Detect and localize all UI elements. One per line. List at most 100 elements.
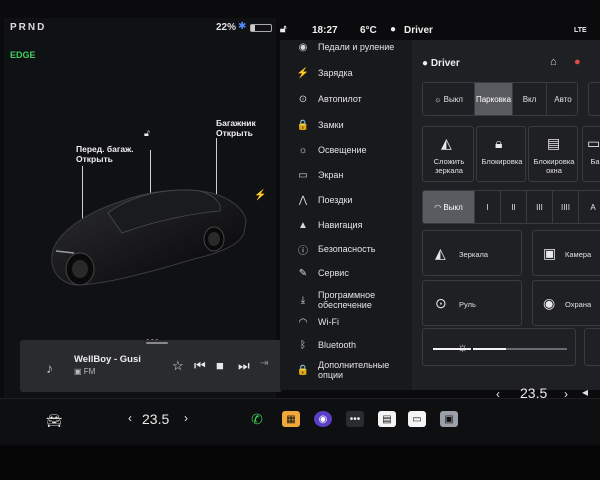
clock: 18:27 [312,25,338,36]
media-drag-handle[interactable] [146,342,168,344]
screen-icon: ▭ [298,169,308,181]
notification-icon[interactable]: ● [574,56,581,68]
menu-item-bluetooth[interactable]: ᛒ Bluetooth [280,334,412,356]
camera-icon[interactable]: ◉ [314,411,332,427]
menu-item-autopilot[interactable]: ⊙ Автопилот [280,88,412,110]
audio-settings-icon[interactable]: ⇥ [260,358,268,369]
driver-temp-up-button[interactable]: › [184,411,188,425]
passenger-temp-down-button[interactable]: ‹ [496,387,500,401]
wipers-speed-2-button[interactable]: II [501,191,527,223]
charge-port-icon[interactable]: ⚡ [254,190,266,201]
slider-track[interactable] [473,348,567,350]
profile-icon[interactable]: ● [390,24,396,35]
wipers-auto-button[interactable]: А [579,191,600,223]
road-icon: ⋀ [298,194,308,206]
menu-item-lighting[interactable]: ☼ Освещение [280,139,412,161]
brightness-icon: ☼ [457,340,468,354]
option-label: Выкл [443,94,463,104]
wipers-speed-3-button[interactable]: III [527,191,553,223]
car-image [51,189,247,286]
stop-icon[interactable]: ■ [216,358,224,373]
tile-label: Руль [459,300,476,309]
headlights-auto-button[interactable]: Авто [547,83,577,115]
outside-temperature: 6°C [360,25,377,36]
gallery-icon[interactable]: ▣ [440,411,458,427]
menu-item-upgrades[interactable]: 🔒 Дополнительные опции [280,358,412,382]
menu-item-navigation[interactable]: ▲ Навигация [280,214,412,236]
lock-icon: 🔒 [296,364,310,376]
profile-name[interactable]: Driver [404,25,433,36]
tile-label: Камера [565,250,592,259]
brightness-extra-button[interactable] [584,328,600,366]
wipers-off-button[interactable]: ◠ Выкл [423,191,475,223]
headlights-on-button[interactable]: Вкл [513,83,547,115]
phone-icon[interactable]: ✆ [248,411,266,427]
driver-temperature: 23.5 [142,411,170,427]
toybox-icon[interactable]: ▦ [282,411,300,427]
menu-item-safety[interactable]: ⓘ Безопасность [280,238,412,260]
home-icon[interactable]: ⌂ [550,56,557,68]
menu-item-service[interactable]: ✎ Сервис [280,262,412,284]
menu-item-charging[interactable]: ⚡ Зарядка [280,62,412,84]
navigation-icon: ▲ [298,219,308,231]
apps-icon[interactable]: ••• [346,411,364,427]
glovebox-button[interactable]: ▭ Ба [582,126,600,182]
mirror-adjust-icon: ◭ [435,245,446,261]
headlights-off-button[interactable]: ☼ Выкл [423,83,475,115]
fold-mirrors-button[interactable]: ◭ Сложить зеркала [422,126,474,182]
window-lock-button[interactable]: ▤ Блокировка окна [528,126,578,182]
menu-item-pedals[interactable]: ◉ Педали и руление [280,36,412,58]
menu-item-label: Wi-Fi [318,317,339,327]
music-note-icon: ♪ [46,360,53,376]
frunk-open-button[interactable]: Перед. багаж. Открыть [76,144,134,164]
mirror-adjust-button[interactable]: ◭ Зеркала [422,230,522,276]
safety-icon: ⓘ [298,245,308,257]
car-icon[interactable]: 🚘︎ [46,413,63,429]
brightness-slider[interactable]: ☼ [422,328,576,366]
child-lock-button[interactable]: 🔒︎ Блокировка [476,126,526,182]
menu-item-display[interactable]: ▭ Экран [280,164,412,186]
menu-item-locks[interactable]: 🔒 Замки [280,114,412,136]
steering-wheel-icon: ⊙ [298,93,308,105]
menu-item-label: Экран [318,170,344,180]
next-track-icon[interactable]: ⏭︎ [238,358,250,374]
tile-label: Зеркала [459,250,489,259]
menu-item-label: Зарядка [318,68,353,78]
wipers-speed-4-button[interactable]: IIII [553,191,579,223]
unlock-icon[interactable]: 🔓︎ [144,128,150,139]
driver-temp-down-button[interactable]: ‹ [128,411,132,425]
dashcam-button[interactable]: ▣ Камера [532,230,600,276]
bottom-bar: 🚘︎ ‹ 23.5 › ✆ ▦ ◉ ••• ▤ ▭ ▣ ‹ 23.5 › ◂ [0,385,600,444]
wipers-speed-1-button[interactable]: I [475,191,501,223]
menu-item-label: Поездки [318,195,353,205]
gear-selector: PRND [10,22,47,33]
option-label: Вкл [522,94,537,104]
bluetooth-icon: ᛒ [300,339,306,351]
calendar-icon[interactable]: ▤ [378,411,396,427]
media-player[interactable]: ♪ WellBoy - Gusi ▣ FM ☆ ⏮︎ ■ ⏭︎ ⇥ [20,340,282,392]
menu-item-wifi[interactable]: ◠ Wi-Fi [280,311,412,333]
menu-item-label: Сервис [318,268,349,278]
favorite-star-icon[interactable]: ☆ [172,358,184,374]
menu-item-label: Безопасность [318,244,376,254]
lock-status-icon[interactable]: 🔓︎ [280,24,286,35]
headlights-parking-button[interactable]: Парковка [475,83,513,115]
controls-pane: ● Driver ⌂ ● ☼ Выкл Парковка Вкл Авто ◭ … [412,40,600,390]
lock-icon: 🔒 [296,119,310,131]
lightning-icon: ⚡ [296,67,310,79]
song-title: WellBoy - Gusi [74,354,141,365]
previous-track-icon[interactable]: ⏮︎ [194,358,206,374]
notes-icon[interactable]: ▭ [408,411,426,427]
trunk-open-button[interactable]: Багажник Открыть [216,118,256,138]
passenger-temp-up-button[interactable]: › [564,387,568,401]
wrench-icon: ✎ [298,267,308,279]
steering-adjust-button[interactable]: ⊙ Руль [422,280,522,326]
passenger-temperature: 23.5 [520,385,548,401]
driver-name: Driver [430,58,460,69]
volume-icon[interactable]: ◂ [582,385,588,399]
menu-item-software[interactable]: ⤓ Программное обеспечение [280,288,412,312]
driver-profile[interactable]: ● Driver [422,58,460,69]
sentry-button[interactable]: ◉ Охрана [532,280,600,326]
extra-lights-button[interactable] [588,82,600,116]
menu-item-trips[interactable]: ⋀ Поездки [280,189,412,211]
